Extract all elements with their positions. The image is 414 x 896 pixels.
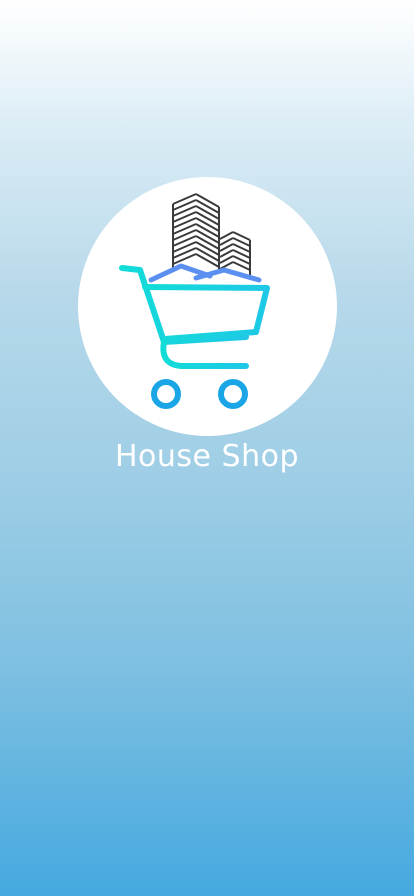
- roof-icon: [148, 263, 262, 283]
- app-logo: [78, 177, 337, 436]
- app-name: House Shop: [114, 439, 299, 474]
- cart-wheels-icon: [151, 379, 248, 409]
- tall-building-icon: [172, 193, 220, 270]
- splash-screen: House Shop: [0, 0, 414, 896]
- shopping-cart-with-buildings-icon: [119, 193, 270, 409]
- cart-icon: [119, 265, 270, 369]
